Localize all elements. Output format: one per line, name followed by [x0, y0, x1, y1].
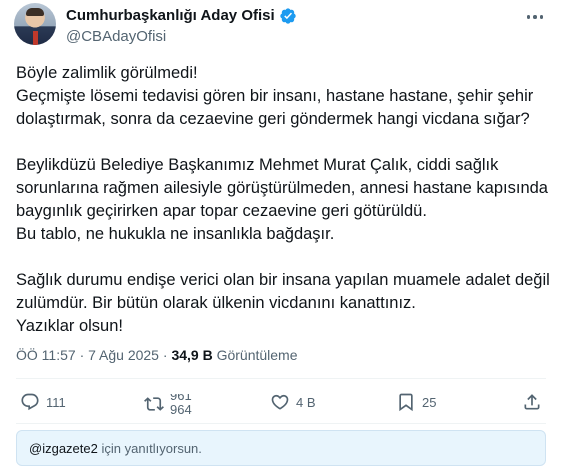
avatar[interactable]	[14, 3, 56, 45]
divider	[16, 423, 546, 424]
tweet-text: Böyle zalimlik görülmedi! Geçmişte lösem…	[16, 62, 556, 338]
action-bar: 111 961 964 4 B 25	[16, 392, 546, 417]
more-options-button[interactable]	[524, 10, 546, 24]
repost-count-animation: 961 964	[170, 392, 200, 417]
share-icon	[524, 394, 540, 410]
tweet-paragraph: Beylikdüzü Belediye Başkanımız Mehmet Mu…	[16, 156, 548, 243]
more-dot-icon	[526, 15, 531, 19]
repost-count: 964	[170, 402, 192, 417]
avatar-hair	[26, 8, 44, 16]
reply-notice-text: için yanıtlıyorsun.	[97, 440, 202, 456]
divider	[16, 378, 546, 379]
repost-count-old: 961	[170, 388, 192, 403]
repost-button[interactable]: 961 964	[144, 392, 200, 417]
bookmark-button[interactable]: 25	[396, 392, 436, 412]
tweet-date[interactable]: 7 Ağu 2025	[88, 347, 159, 363]
tweet-paragraph: Sağlık durumu endişe verici olan bir ins…	[16, 271, 550, 335]
tweet-meta: ÖÖ 11:57 · 7 Ağu 2025 · 34,9 B Görüntüle…	[16, 345, 298, 365]
views-count: 34,9 B	[171, 347, 213, 363]
bookmark-icon	[399, 393, 413, 412]
more-dot-icon	[533, 15, 537, 19]
tweet-time[interactable]: ÖÖ 11:57	[16, 347, 76, 363]
like-count: 4 B	[296, 394, 316, 410]
views-label: Görüntüleme	[216, 347, 298, 363]
share-button[interactable]	[522, 392, 542, 412]
reply-button[interactable]: 111	[20, 392, 66, 412]
bookmark-count: 25	[422, 394, 437, 410]
meta-separator: ·	[79, 347, 85, 363]
repost-icon	[144, 397, 164, 411]
more-dot-icon	[539, 15, 544, 19]
meta-separator: ·	[162, 347, 168, 363]
reply-mention[interactable]: @izgazete2	[29, 441, 98, 456]
author-handle[interactable]: @CBAdayOfisi	[66, 27, 166, 47]
tweet-paragraph: Böyle zalimlik görülmedi! Geçmişte lösem…	[16, 64, 534, 128]
reply-count: 111	[46, 394, 66, 410]
replying-to-notice[interactable]: @izgazete2 için yanıtlıyorsun.	[16, 430, 546, 466]
like-button[interactable]: 4 B	[270, 392, 316, 412]
avatar-tie	[33, 31, 38, 45]
heart-icon	[271, 394, 289, 410]
reply-icon	[21, 393, 39, 411]
author-name-row[interactable]: Cumhurbaşkanlığı Aday Ofisi	[66, 6, 297, 26]
verified-badge-icon	[279, 8, 296, 24]
author-name[interactable]: Cumhurbaşkanlığı Aday Ofisi	[66, 6, 275, 26]
